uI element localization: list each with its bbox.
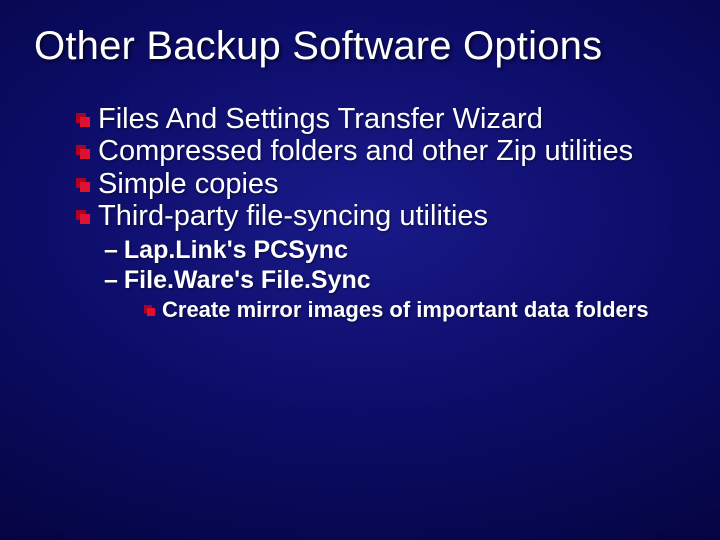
list-item: Simple copies xyxy=(76,168,686,200)
sub-list-item: – File.Ware's File.Sync xyxy=(76,265,686,295)
bullet-text: Third-party file-syncing utilities xyxy=(98,200,488,232)
square-bullet-icon xyxy=(76,113,90,127)
sub-bullet-text: Lap.Link's PCSync xyxy=(124,235,348,265)
sub-list-item: – Lap.Link's PCSync xyxy=(76,235,686,265)
square-bullet-icon xyxy=(144,305,155,316)
subsub-bullet-text: Create mirror images of important data f… xyxy=(162,297,649,323)
square-bullet-icon xyxy=(76,145,90,159)
square-bullet-icon xyxy=(76,210,90,224)
subsub-list-item: Create mirror images of important data f… xyxy=(76,297,686,323)
slide-content: Files And Settings Transfer Wizard Compr… xyxy=(34,103,686,323)
list-item: Files And Settings Transfer Wizard xyxy=(76,103,686,135)
sub-bullet-text: File.Ware's File.Sync xyxy=(124,265,371,295)
slide: Other Backup Software Options Files And … xyxy=(0,0,720,540)
list-item: Third-party file-syncing utilities xyxy=(76,200,686,232)
dash-bullet-icon: – xyxy=(104,235,118,265)
list-item: Compressed folders and other Zip utiliti… xyxy=(76,135,686,167)
bullet-text: Files And Settings Transfer Wizard xyxy=(98,103,543,135)
square-bullet-icon xyxy=(76,178,90,192)
bullet-text: Compressed folders and other Zip utiliti… xyxy=(98,135,633,167)
dash-bullet-icon: – xyxy=(104,265,118,295)
bullet-text: Simple copies xyxy=(98,168,279,200)
slide-title: Other Backup Software Options xyxy=(34,24,686,69)
